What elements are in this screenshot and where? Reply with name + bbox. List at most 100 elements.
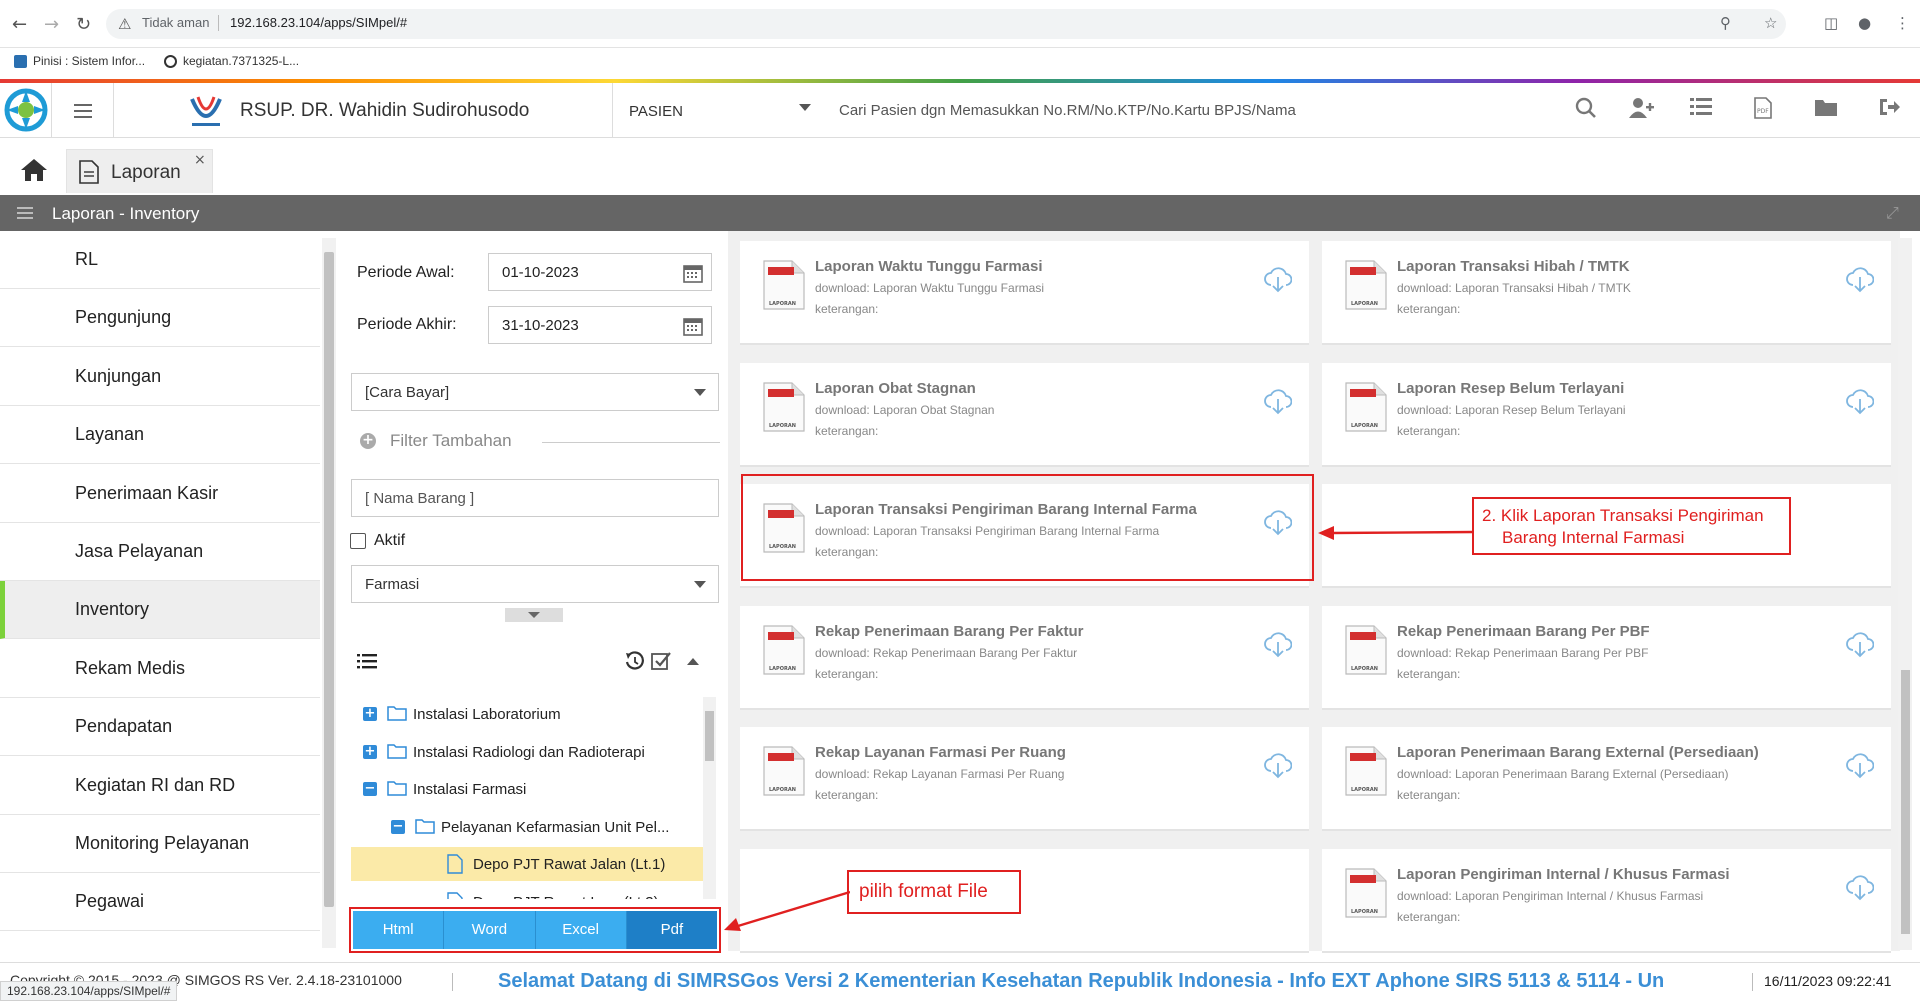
sidebar-item-jasa-pelayanan[interactable]: Jasa Pelayanan bbox=[0, 523, 320, 581]
report-title[interactable]: Rekap Layanan Farmasi Per Ruang bbox=[815, 744, 1066, 761]
report-title[interactable]: Laporan Transaksi Hibah / TMTK bbox=[1397, 258, 1630, 275]
reload-icon[interactable]: ↻ bbox=[76, 14, 91, 35]
sidepanel-icon[interactable]: ◫ bbox=[1824, 14, 1838, 32]
sidebar-item-label: Pengunjung bbox=[75, 307, 172, 328]
bookmark-icon bbox=[14, 54, 27, 68]
list-icon[interactable] bbox=[1690, 97, 1712, 117]
aktif-checkbox[interactable] bbox=[350, 533, 366, 549]
app-logo[interactable] bbox=[0, 83, 52, 138]
report-title[interactable]: Rekap Penerimaan Barang Per Faktur bbox=[815, 623, 1083, 640]
chevron-up-icon[interactable] bbox=[687, 658, 699, 665]
back-icon[interactable]: ← bbox=[12, 14, 27, 35]
report-title[interactable]: Laporan Obat Stagnan bbox=[815, 380, 976, 397]
cloud-download-icon[interactable] bbox=[1264, 388, 1293, 415]
report-card[interactable]: LAPORAN Laporan Penerimaan Barang Externa… bbox=[1322, 727, 1891, 831]
report-card[interactable]: LAPORAN Laporan Pengiriman Internal / Khu… bbox=[1322, 848, 1891, 953]
cloud-download-icon[interactable] bbox=[1846, 631, 1875, 658]
tree-node[interactable]: − Pelayanan Kefarmasian Unit Pel... bbox=[351, 810, 703, 844]
close-icon[interactable]: × bbox=[194, 152, 206, 168]
svg-text:LAPORAN: LAPORAN bbox=[1351, 909, 1378, 915]
periode-awal-input[interactable]: 01-10-2023 bbox=[488, 253, 712, 291]
report-card[interactable]: LAPORAN Rekap Penerimaan Barang Per Faktu… bbox=[740, 605, 1309, 710]
unit-select[interactable]: Farmasi bbox=[351, 565, 719, 603]
report-card[interactable]: LAPORAN Laporan Obat Stagnan download: Lap… bbox=[740, 362, 1309, 467]
check-all-icon[interactable] bbox=[651, 651, 671, 671]
report-title[interactable]: Laporan Pengiriman Internal / Khusus Far… bbox=[1397, 866, 1730, 883]
report-title[interactable]: Rekap Penerimaan Barang Per PBF bbox=[1397, 623, 1650, 640]
url-text[interactable]: 192.168.23.104/apps/SIMpel/# bbox=[230, 15, 407, 30]
patient-search-input[interactable]: Cari Pasien dgn Memasukkan No.RM/No.KTP/… bbox=[839, 102, 1296, 119]
report-title[interactable]: Laporan Resep Belum Terlayani bbox=[1397, 380, 1624, 397]
search-category-select[interactable]: PASIEN bbox=[612, 83, 822, 138]
sidebar-item-kegiatan-ri-dan-rd[interactable]: Kegiatan RI dan RD bbox=[0, 757, 320, 815]
report-grid-scrollbar[interactable] bbox=[1898, 238, 1912, 950]
home-icon[interactable] bbox=[20, 158, 48, 182]
sidebar-item-layanan[interactable]: Layanan bbox=[0, 406, 320, 465]
sidebar-scrollbar-thumb[interactable] bbox=[324, 252, 334, 907]
cloud-download-icon[interactable] bbox=[1846, 753, 1875, 779]
warning-icon[interactable]: ⚠ bbox=[118, 15, 131, 33]
sidebar-item-penerimaan-kasir[interactable]: Penerimaan Kasir bbox=[0, 465, 320, 523]
profile-icon[interactable]: ● bbox=[1858, 14, 1871, 32]
sidebar-item-inventory[interactable]: Inventory bbox=[0, 581, 320, 640]
nama-barang-input[interactable]: [ Nama Barang ] bbox=[351, 479, 719, 517]
sidebar-item-pegawai[interactable]: Pegawai bbox=[0, 873, 320, 932]
tab-laporan[interactable]: Laporan × bbox=[66, 149, 213, 193]
cara-bayar-select[interactable]: [Cara Bayar] bbox=[351, 373, 719, 411]
report-grid-scrollbar-thumb[interactable] bbox=[1901, 670, 1910, 934]
sidebar-item-pengunjung[interactable]: Pengunjung bbox=[0, 289, 320, 348]
sidebar-item-pendapatan[interactable]: Pendapatan bbox=[0, 698, 320, 757]
report-title[interactable]: Laporan Waktu Tunggu Farmasi bbox=[815, 258, 1043, 275]
cloud-download-icon[interactable] bbox=[1846, 874, 1875, 901]
add-user-icon[interactable] bbox=[1628, 97, 1654, 119]
menu-dots-icon[interactable]: ⋮ bbox=[1895, 14, 1910, 32]
browser-status-url: 192.168.23.104/apps/SIMpel/# bbox=[0, 981, 178, 1001]
sidebar-item-rekam-medis[interactable]: Rekam Medis bbox=[0, 640, 320, 698]
cloud-download-icon[interactable] bbox=[1264, 631, 1293, 658]
sidebar-item-rl[interactable]: RL bbox=[0, 231, 320, 289]
report-card[interactable]: LAPORAN Laporan Transaksi Hibah / TMTK dow… bbox=[1322, 241, 1891, 345]
pdf-file-icon[interactable]: PDF bbox=[1754, 97, 1772, 119]
chevron-down-icon bbox=[799, 104, 811, 111]
cloud-download-icon[interactable] bbox=[1264, 267, 1293, 293]
expand-more-button[interactable] bbox=[505, 608, 563, 622]
star-icon[interactable]: ☆ bbox=[1764, 14, 1777, 32]
bookmark-kegiatan[interactable]: kegiatan.7371325-L... bbox=[164, 54, 299, 68]
cloud-download-icon[interactable] bbox=[1264, 753, 1293, 779]
tree-node[interactable]: − Instalasi Farmasi bbox=[351, 772, 703, 806]
bookmark-pinisi[interactable]: Pinisi : Sistem Infor... bbox=[14, 54, 145, 68]
report-title[interactable]: Laporan Penerimaan Barang External (Pers… bbox=[1397, 744, 1759, 761]
report-card[interactable]: LAPORAN Rekap Layanan Farmasi Per Ruang do… bbox=[740, 727, 1309, 831]
report-card[interactable]: LAPORAN Rekap Penerimaan Barang Per PBF do… bbox=[1322, 605, 1891, 710]
expand-icon[interactable]: + bbox=[363, 744, 377, 759]
cloud-download-icon[interactable] bbox=[1846, 388, 1875, 415]
search-icon[interactable] bbox=[1575, 97, 1597, 119]
tree-node[interactable]: + Instalasi Radiologi dan Radioterapi bbox=[351, 735, 703, 769]
calendar-icon[interactable] bbox=[683, 316, 703, 336]
sidebar-item-monitoring-pelayanan[interactable]: Monitoring Pelayanan bbox=[0, 815, 320, 873]
calendar-icon[interactable] bbox=[683, 263, 703, 283]
tree-node[interactable]: Depo PJT Rawat Inap (Lt.3) bbox=[351, 885, 703, 899]
folder-icon[interactable] bbox=[1814, 97, 1838, 117]
periode-akhir-input[interactable]: 31-10-2023 bbox=[488, 306, 712, 344]
zoom-icon[interactable]: ⚲ bbox=[1720, 14, 1731, 32]
expand-icon[interactable]: ⤢ bbox=[1886, 203, 1899, 223]
forward-icon[interactable]: → bbox=[44, 14, 59, 35]
tree-scrollbar-thumb[interactable] bbox=[705, 711, 714, 761]
report-card[interactable]: LAPORAN Laporan Waktu Tunggu Farmasi downl… bbox=[740, 241, 1309, 345]
report-card[interactable]: LAPORAN Laporan Resep Belum Terlayani down… bbox=[1322, 362, 1891, 467]
collapse-icon[interactable]: − bbox=[363, 782, 377, 796]
tree-scrollbar[interactable] bbox=[703, 697, 716, 899]
expand-icon[interactable]: + bbox=[363, 707, 377, 721]
menu-toggle-button[interactable] bbox=[52, 83, 114, 138]
report-keterangan: keterangan: bbox=[815, 302, 879, 316]
tree-node[interactable]: + Instalasi Laboratorium bbox=[351, 697, 703, 731]
collapse-icon[interactable]: − bbox=[391, 819, 405, 834]
list-icon[interactable] bbox=[357, 653, 377, 669]
logout-icon[interactable] bbox=[1878, 97, 1900, 117]
reset-icon[interactable] bbox=[625, 651, 645, 671]
cloud-download-icon[interactable] bbox=[1846, 267, 1875, 293]
filter-tambahan-toggle[interactable]: + Filter Tambahan bbox=[360, 430, 720, 454]
sidebar-item-kunjungan[interactable]: Kunjungan bbox=[0, 348, 320, 406]
tree-node[interactable]: Depo PJT Rawat Jalan (Lt.1) bbox=[351, 847, 703, 881]
